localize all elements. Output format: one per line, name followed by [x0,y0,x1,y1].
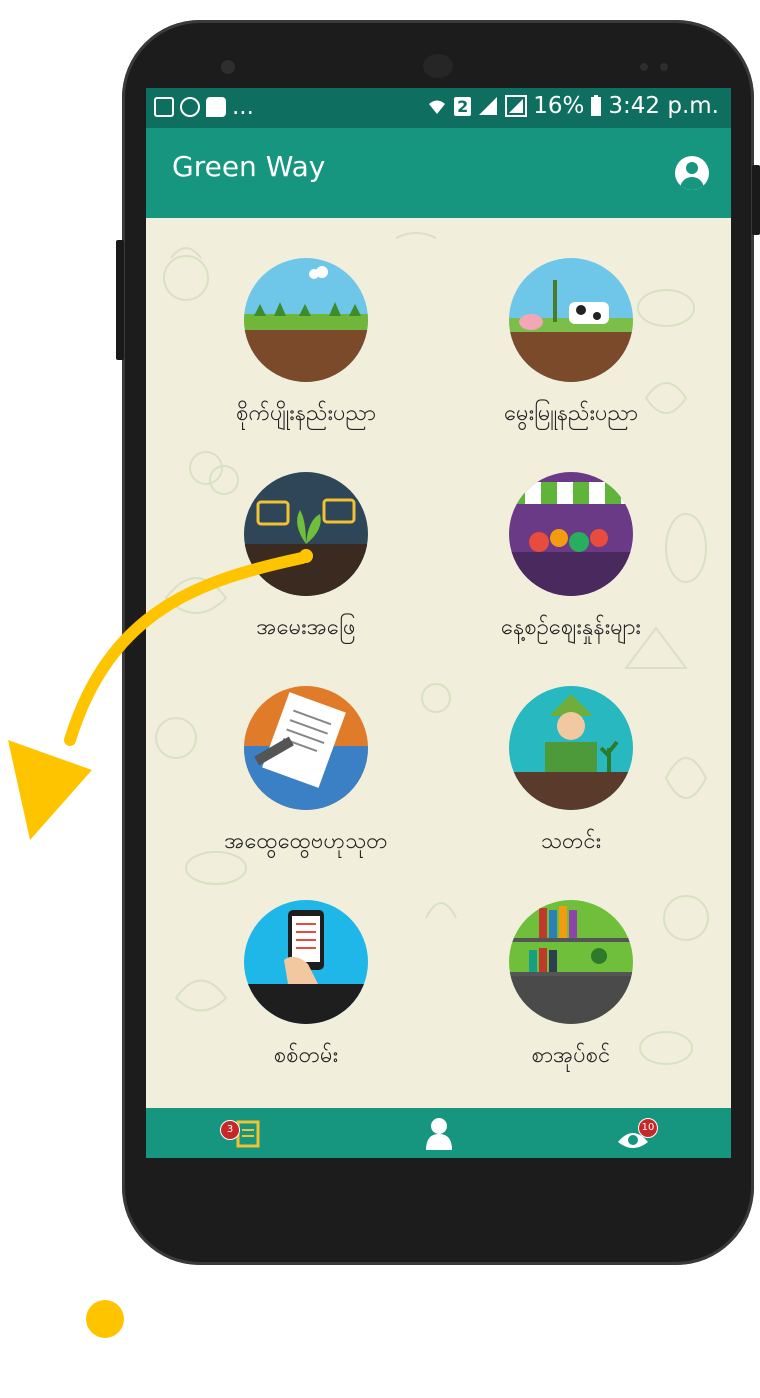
callout-arrow [8,549,313,840]
status-bar: ... 2 16% 3:42 p.m. [146,88,731,128]
chat-icon [206,97,226,117]
livestock-icon [509,258,633,382]
survey-phone-icon [244,900,368,1024]
app-bar: Green Way [146,128,731,218]
menu-item-daily-prices[interactable]: နေ့စဉ်ဈေးနှုန်းများ [451,472,691,672]
bottom-navigation: 3 10 [146,1108,731,1158]
bottom-nav-notes[interactable]: 3 [220,1118,266,1148]
caption [80,1290,740,1380]
battery-charging-icon [591,95,602,116]
wifi-icon [429,100,446,114]
gmail-icon [154,97,174,117]
earpiece-speaker [423,54,453,78]
clock: 3:42 p.m. [608,93,719,119]
bottom-nav-notifications[interactable]: 10 [616,1116,666,1150]
signal-icon [479,97,498,115]
battery-percent: 16% [533,93,585,119]
menu-item-survey[interactable]: စစ်တမ်း [186,900,426,1100]
newspaper-reader-icon [509,686,633,810]
bottom-nav-profile[interactable] [424,1116,454,1150]
profile-icon [426,1118,452,1150]
sensor [640,63,648,71]
notifications-badge: 10 [638,1118,658,1138]
market-stall-icon [509,472,633,596]
menu-label: သတင်း [540,829,602,854]
sensor [660,63,668,71]
account-circle-icon[interactable] [675,156,709,190]
notes-badge: 3 [220,1120,240,1140]
menu-label: စိုက်ပျိုးနည်းပညာ [236,401,376,426]
phone-side-button [116,240,124,360]
caption-bullet [86,1300,124,1338]
menu-label: နေ့စဉ်ဈေးနှုန်းများ [501,615,641,640]
menu-label: စာအုပ်စင် [531,1043,611,1068]
app-title: Green Way [172,150,326,183]
menu-item-crop-farming[interactable]: စိုက်ပျိုးနည်းပညာ [186,258,426,458]
front-camera [221,60,235,74]
menu-item-livestock[interactable]: မွေးမြူနည်းပညာ [451,258,691,458]
menu-item-bookshelf[interactable]: စာအုပ်စင် [451,900,691,1100]
sim-slot-badge: 2 [454,96,472,116]
status-more: ... [232,94,254,120]
menu-item-news[interactable]: သတင်း [451,686,691,886]
menu-label: စစ်တမ်း [273,1043,339,1068]
phone-power-button [752,165,760,235]
sync-icon [180,97,200,117]
signal-icon [505,95,528,117]
bookshelf-icon [509,900,633,1024]
menu-label: မွေးမြူနည်းပညာ [504,401,638,426]
crop-farming-icon [244,258,368,382]
